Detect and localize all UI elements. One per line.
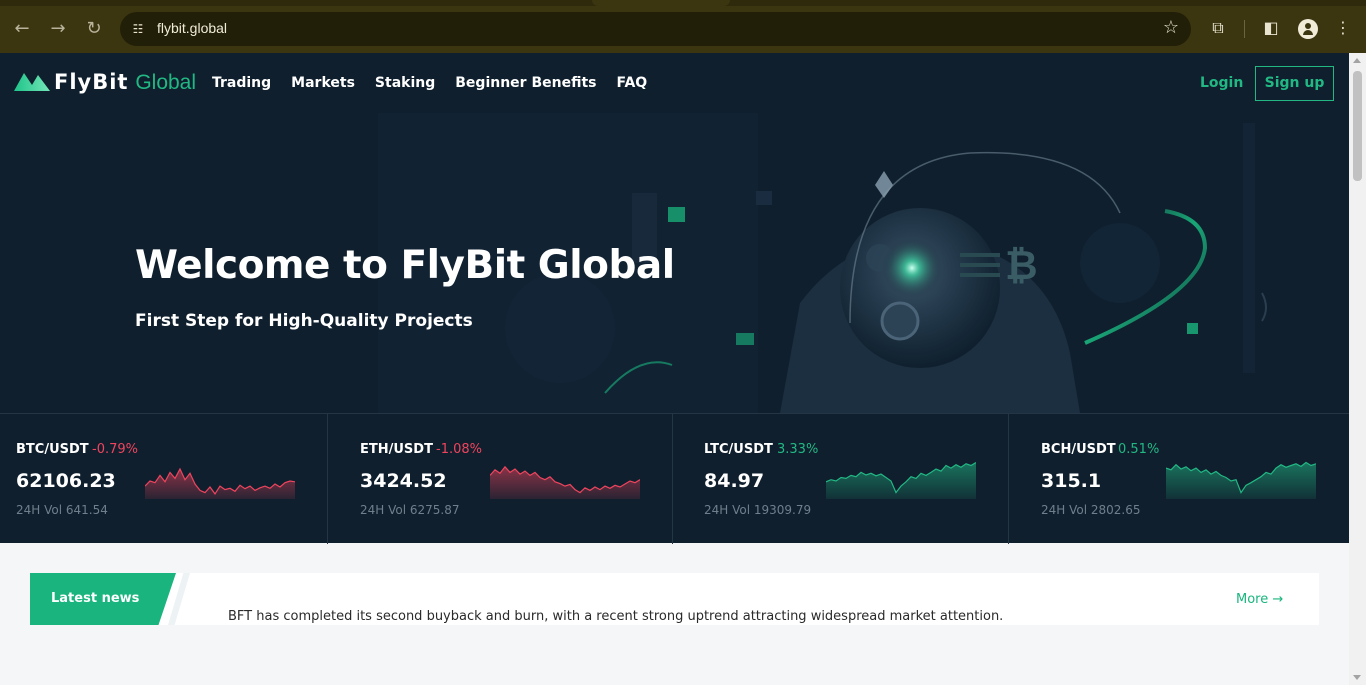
login-link[interactable]: Login <box>1200 75 1243 91</box>
page-scrollbar[interactable] <box>1349 53 1366 685</box>
ticker-volume: 24H Vol 2802.65 <box>1041 503 1141 517</box>
menu-dots-icon[interactable]: ⋮ <box>1332 17 1354 39</box>
latest-news-bar: Latest news BFT has completed its second… <box>30 573 1319 625</box>
ticker-price: 315.1 <box>1041 470 1102 492</box>
ticker-change: -0.79% <box>92 442 138 457</box>
sparkline-area <box>145 469 295 499</box>
logo-fly: FlyBit <box>54 70 129 94</box>
ticker-bar: BTC/USDT -0.79% 62106.23 24H Vol 641.54 … <box>0 413 1349 544</box>
page: ₿ FlyBit Global Trading Markets Staking … <box>0 53 1349 685</box>
hero-title: Welcome to FlyBit Global <box>135 243 675 288</box>
sparkline-chart <box>145 467 295 499</box>
browser-toolbar: ← → ↻ ☷ flybit.global ☆ ⧉ ◧ ⋮ <box>0 0 1366 53</box>
logo-global: Global <box>135 71 197 94</box>
site-header: FlyBit Global Trading Markets Staking Be… <box>0 53 1349 113</box>
nav-faq[interactable]: FAQ <box>616 75 647 91</box>
ticker-pair: BCH/USDT <box>1041 442 1116 457</box>
news-headline[interactable]: BFT has completed its second buyback and… <box>228 609 1003 624</box>
ticker-price: 84.97 <box>704 470 765 492</box>
address-bar[interactable]: ☷ flybit.global ☆ <box>120 12 1191 46</box>
nav-trading[interactable]: Trading <box>212 75 271 91</box>
bookmark-star-icon[interactable]: ☆ <box>1163 17 1179 38</box>
hero-subtitle: First Step for High-Quality Projects <box>135 311 473 331</box>
ticker-price: 3424.52 <box>360 470 447 492</box>
nav-markets[interactable]: Markets <box>291 75 355 91</box>
ticker-eth[interactable]: ETH/USDT -1.08% 3424.52 24H Vol 6275.87 <box>328 414 673 544</box>
reload-icon[interactable]: ↻ <box>82 17 106 41</box>
sparkline-chart <box>1166 461 1316 499</box>
scroll-up-icon[interactable] <box>1353 58 1361 63</box>
news-more-link[interactable]: More → <box>1236 592 1283 607</box>
ticker-bch[interactable]: BCH/USDT 0.51% 315.1 24H Vol 2802.65 <box>1009 414 1349 544</box>
url-text[interactable]: flybit.global <box>157 20 227 36</box>
tab-strip <box>0 0 1366 6</box>
extensions-icon[interactable]: ⧉ <box>1207 17 1229 39</box>
svg-text:₿: ₿ <box>1005 243 1038 289</box>
forward-icon[interactable]: → <box>46 17 70 41</box>
ticker-pair: BTC/USDT <box>16 442 89 457</box>
ticker-pair: ETH/USDT <box>360 442 433 457</box>
ticker-btc[interactable]: BTC/USDT -0.79% 62106.23 24H Vol 641.54 <box>0 414 328 544</box>
sparkline-area <box>826 462 976 499</box>
ticker-pair: LTC/USDT <box>704 442 773 457</box>
ticker-change: -1.08% <box>436 442 482 457</box>
nav-beginner-benefits[interactable]: Beginner Benefits <box>455 75 596 91</box>
profile-icon[interactable] <box>1298 19 1318 39</box>
ticker-volume: 24H Vol 19309.79 <box>704 503 812 517</box>
news-label: Latest news <box>30 573 176 625</box>
main-nav: Trading Markets Staking Beginner Benefit… <box>212 75 647 91</box>
sparkline-chart <box>490 465 640 499</box>
signup-button[interactable]: Sign up <box>1255 66 1334 101</box>
ticker-volume: 24H Vol 641.54 <box>16 503 108 517</box>
logo-wordmark[interactable]: FlyBit Global <box>54 70 196 95</box>
toolbar-divider <box>1244 20 1245 38</box>
back-icon[interactable]: ← <box>10 17 34 41</box>
nav-staking[interactable]: Staking <box>375 75 435 91</box>
side-panel-icon[interactable]: ◧ <box>1260 17 1282 39</box>
ticker-price: 62106.23 <box>16 470 116 492</box>
sparkline-area <box>490 466 640 499</box>
ticker-volume: 24H Vol 6275.87 <box>360 503 460 517</box>
ticker-change: 3.33% <box>777 442 819 457</box>
site-settings-icon[interactable]: ☷ <box>130 21 146 37</box>
ticker-change: 0.51% <box>1118 442 1160 457</box>
flybit-logo-icon[interactable] <box>14 69 50 95</box>
hero: ₿ FlyBit Global Trading Markets Staking … <box>0 53 1349 413</box>
scrollbar-thumb[interactable] <box>1353 71 1362 181</box>
sparkline-chart <box>826 461 976 499</box>
ticker-ltc[interactable]: LTC/USDT 3.33% 84.97 24H Vol 19309.79 <box>673 414 1009 544</box>
scroll-down-icon[interactable] <box>1353 675 1361 680</box>
